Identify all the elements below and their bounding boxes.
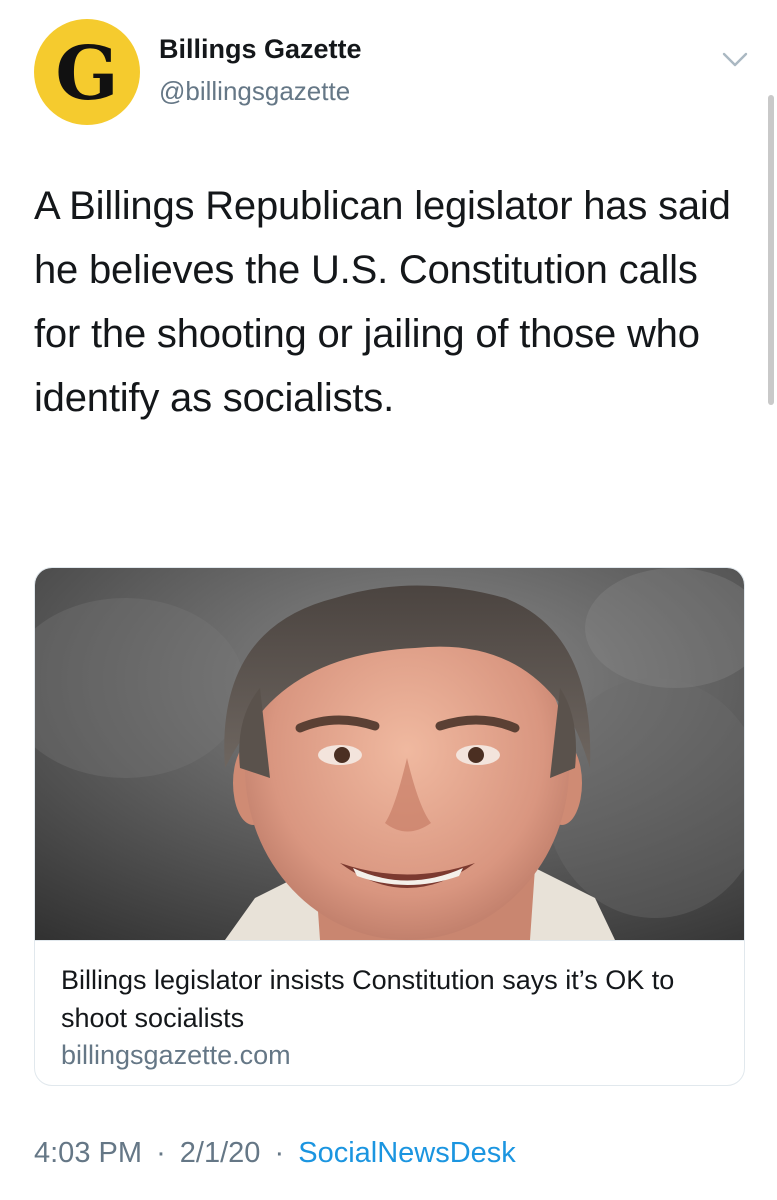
separator: · bbox=[156, 1137, 166, 1169]
scrollbar[interactable] bbox=[768, 95, 774, 405]
card-divider bbox=[35, 940, 744, 941]
gazette-logo: G bbox=[55, 31, 118, 117]
chevron-down-icon[interactable] bbox=[720, 44, 750, 74]
logo-letter: G bbox=[55, 31, 118, 117]
source-link[interactable]: SocialNewsDesk bbox=[298, 1137, 516, 1170]
tweet: G Billings Gazette @billingsgazette A Bi… bbox=[0, 0, 777, 1200]
card-domain[interactable]: billingsgazette.com bbox=[61, 1036, 291, 1074]
tweet-date[interactable]: 2/1/20 bbox=[180, 1137, 261, 1170]
tweet-text: A Billings Republican legislator has sai… bbox=[34, 184, 731, 420]
tweet-metadata: 4:03 PM · 2/1/20 · SocialNewsDesk bbox=[34, 1137, 516, 1170]
tweet-time[interactable]: 4:03 PM bbox=[34, 1137, 142, 1170]
user-name[interactable]: Billings Gazette bbox=[159, 34, 362, 65]
user-handle[interactable]: @billingsgazette bbox=[159, 76, 350, 107]
link-card[interactable]: Billings legislator insists Constitution… bbox=[34, 567, 745, 1086]
card-image[interactable] bbox=[35, 568, 744, 940]
separator: · bbox=[274, 1137, 285, 1169]
card-title[interactable]: Billings legislator insists Constitution… bbox=[61, 961, 726, 1037]
avatar[interactable]: G bbox=[34, 19, 140, 125]
